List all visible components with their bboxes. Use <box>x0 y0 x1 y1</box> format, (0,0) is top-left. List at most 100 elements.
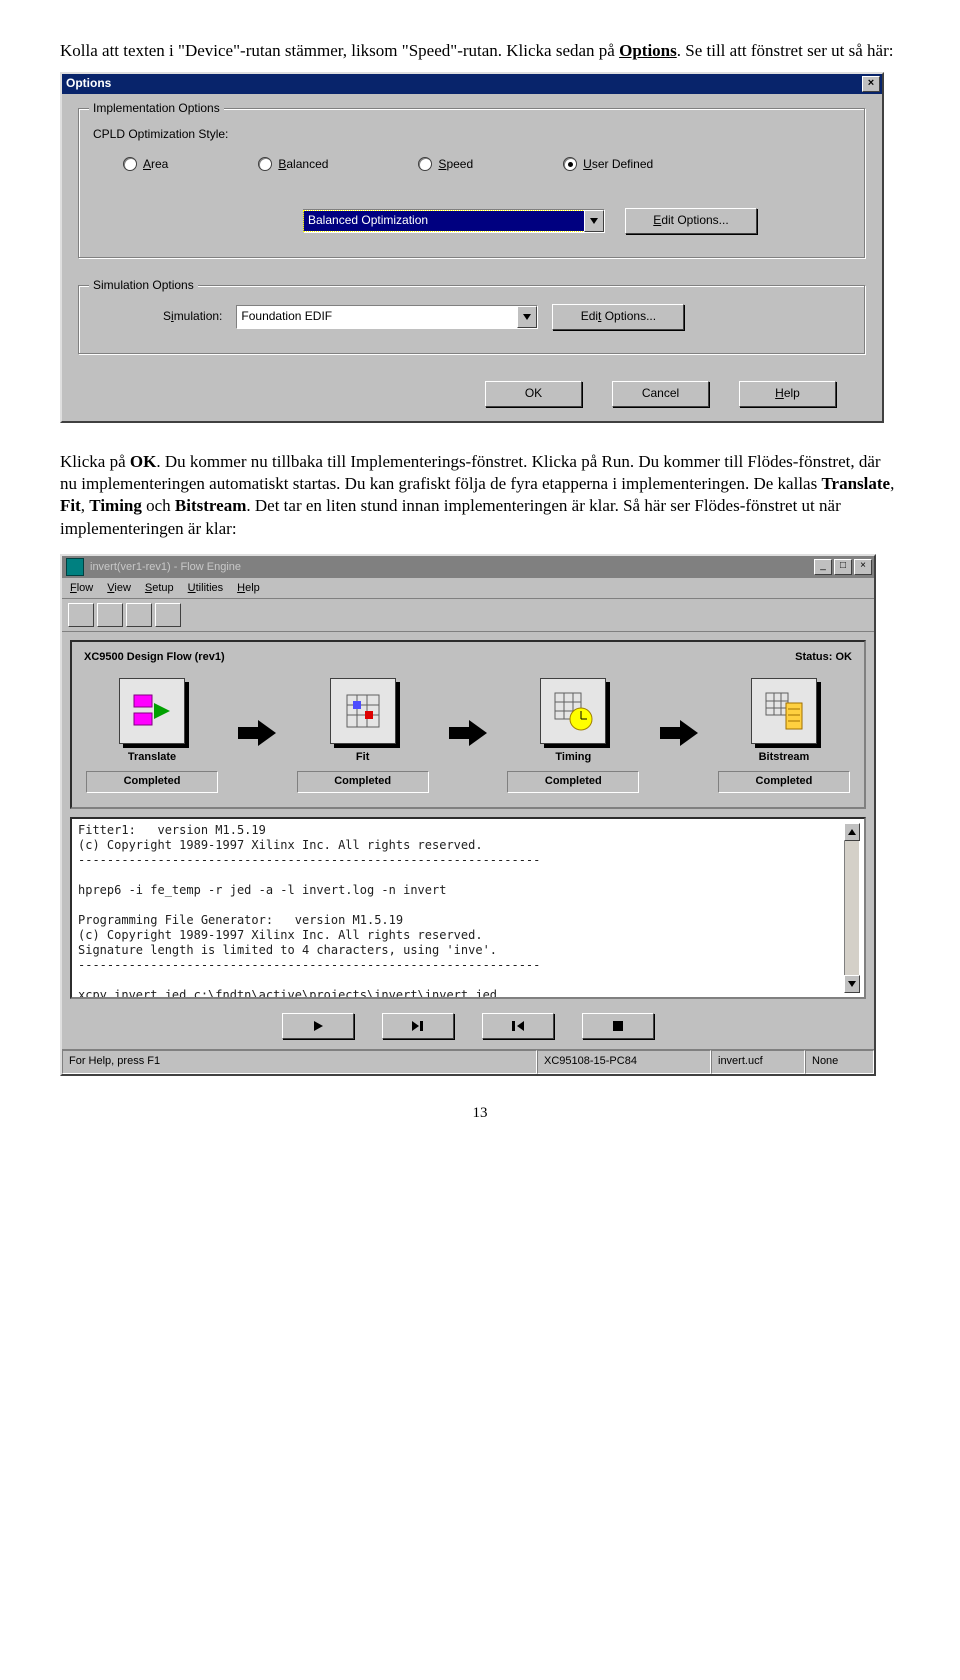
menubar: Flow View Setup Utilities Help <box>62 578 874 599</box>
page-number: 13 <box>60 1104 900 1124</box>
stage-status: Completed <box>86 771 218 793</box>
stage-status: Completed <box>718 771 850 793</box>
translate-word: Translate <box>821 474 890 493</box>
edit-options-button-impl[interactable]: Edit Options... <box>625 208 757 234</box>
edit-options-button-sim[interactable]: Edit Options... <box>552 304 684 330</box>
implementation-options-group: Implementation Options CPLD Optimization… <box>78 108 866 259</box>
translate-icon <box>119 678 185 744</box>
flow-panel: XC9500 Design Flow (rev1) Status: OK Tra… <box>70 640 866 809</box>
arrow-icon <box>238 718 276 752</box>
body-paragraph: Klicka på OK. Du kommer nu tillbaka till… <box>60 451 900 539</box>
toolbar <box>62 599 874 632</box>
toolbar-button[interactable] <box>97 603 123 627</box>
log-text: Fitter1: version M1.5.19 (c) Copyright 1… <box>78 823 540 993</box>
intro-paragraph: Kolla att texten i "Device"-rutan stämme… <box>60 40 900 62</box>
minimize-icon[interactable]: _ <box>814 559 832 575</box>
simulation-combo[interactable]: Foundation EDIF <box>236 305 538 329</box>
toolbar-button[interactable] <box>155 603 181 627</box>
flow-titlebar: invert(ver1-rev1) - Flow Engine _ □ × <box>62 556 874 578</box>
impl-group-label: Implementation Options <box>89 101 224 117</box>
status-device: XC95108-15-PC84 <box>537 1050 711 1074</box>
bitstream-icon <box>751 678 817 744</box>
scroll-up-icon[interactable] <box>844 823 860 841</box>
close-icon[interactable]: × <box>854 559 872 575</box>
text: , <box>81 496 90 515</box>
fit-word: Fit <box>60 496 81 515</box>
play-button[interactable] <box>282 1013 354 1039</box>
radio-user-defined[interactable]: User Defined <box>563 157 653 173</box>
optimization-combo-value: Balanced Optimization <box>304 211 584 231</box>
maximize-icon[interactable]: □ <box>834 559 852 575</box>
arrow-icon <box>660 718 698 752</box>
text: , <box>890 474 894 493</box>
menu-utilities[interactable]: Utilities <box>188 581 223 595</box>
stage-translate: Translate Completed <box>82 678 222 792</box>
stage-name: Bitstream <box>759 750 810 764</box>
flow-header-right: Status: OK <box>795 650 852 664</box>
stage-status: Completed <box>507 771 639 793</box>
menu-help[interactable]: Help <box>237 581 260 595</box>
status-guide: None <box>805 1050 874 1074</box>
options-dialog: Options × Implementation Options CPLD Op… <box>60 72 884 423</box>
flow-title: invert(ver1-rev1) - Flow Engine <box>90 560 241 574</box>
optimization-combo[interactable]: Balanced Optimization <box>303 209 605 233</box>
simulation-options-group: Simulation Options Simulation: Foundatio… <box>78 285 866 355</box>
ok-button[interactable]: OK <box>485 381 582 407</box>
help-button[interactable]: Help <box>739 381 836 407</box>
scroll-down-icon[interactable] <box>844 975 860 993</box>
arrow-icon <box>449 718 487 752</box>
chevron-down-icon[interactable] <box>584 210 604 232</box>
timing-word: Timing <box>89 496 142 515</box>
step-back-button[interactable] <box>482 1013 554 1039</box>
chevron-down-icon[interactable] <box>517 306 537 328</box>
radio-area[interactable]: AArearea <box>123 157 168 173</box>
statusbar: For Help, press F1 XC95108-15-PC84 inver… <box>62 1049 874 1074</box>
cpld-style-label: CPLD Optimization Style: <box>93 127 851 143</box>
stage-name: Timing <box>555 750 591 764</box>
bitstream-word: Bitstream <box>175 496 246 515</box>
status-ucf: invert.ucf <box>711 1050 805 1074</box>
radio-icon <box>258 157 272 171</box>
cancel-button[interactable]: Cancel <box>612 381 709 407</box>
radio-balanced[interactable]: Balanced <box>258 157 328 173</box>
stage-bitstream: Bitstream Completed <box>714 678 854 792</box>
simulation-combo-value: Foundation EDIF <box>237 307 517 327</box>
radio-icon <box>418 157 432 171</box>
menu-flow[interactable]: Flow <box>70 581 93 595</box>
radio-speed[interactable]: Speed <box>418 157 473 173</box>
flow-engine-window: invert(ver1-rev1) - Flow Engine _ □ × Fl… <box>60 554 876 1076</box>
radio-icon <box>123 157 137 171</box>
text: och <box>142 496 175 515</box>
options-titlebar: Options × <box>62 74 882 94</box>
stage-status: Completed <box>297 771 429 793</box>
text: . Du kommer nu tillbaka till Implementer… <box>60 452 881 493</box>
text: Klicka på <box>60 452 130 471</box>
status-help: For Help, press F1 <box>62 1050 537 1074</box>
transport-bar <box>62 1007 874 1049</box>
intro-post: . Se till att fönstret ser ut så här: <box>677 41 894 60</box>
sim-group-label: Simulation Options <box>89 278 198 294</box>
timing-icon <box>540 678 606 744</box>
menu-setup[interactable]: Setup <box>145 581 174 595</box>
scroll-track[interactable] <box>844 841 860 975</box>
scrollbar[interactable] <box>844 823 860 993</box>
fit-icon <box>330 678 396 744</box>
simulation-label: Simulation: <box>163 309 222 325</box>
stage-timing: Timing Completed <box>503 678 643 792</box>
stage-fit: Fit Completed <box>293 678 433 792</box>
stage-name: Translate <box>128 750 176 764</box>
toolbar-button[interactable] <box>68 603 94 627</box>
app-icon <box>66 558 84 576</box>
close-icon[interactable]: × <box>862 76 880 92</box>
radio-icon <box>563 157 577 171</box>
toolbar-button[interactable] <box>126 603 152 627</box>
stop-button[interactable] <box>582 1013 654 1039</box>
log-panel: Fitter1: version M1.5.19 (c) Copyright 1… <box>70 817 866 999</box>
step-forward-button[interactable] <box>382 1013 454 1039</box>
stage-name: Fit <box>356 750 369 764</box>
flow-header-left: XC9500 Design Flow (rev1) <box>84 650 225 664</box>
intro-pre: Kolla att texten i "Device"-rutan stämme… <box>60 41 619 60</box>
menu-view[interactable]: View <box>107 581 131 595</box>
options-word: Options <box>619 41 677 60</box>
options-title: Options <box>66 76 111 92</box>
